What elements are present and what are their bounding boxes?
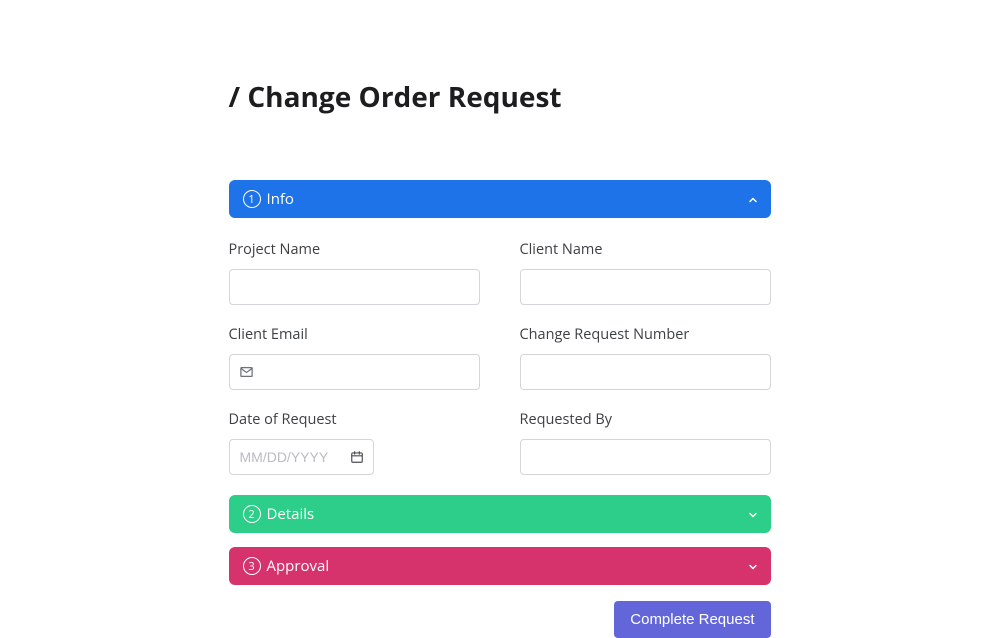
step-number-icon: 3 (243, 557, 261, 575)
requested-by-input[interactable] (520, 439, 771, 475)
change-request-number-label: Change Request Number (520, 325, 771, 344)
complete-request-button[interactable]: Complete Request (614, 601, 770, 638)
client-name-label: Client Name (520, 240, 771, 259)
client-name-input[interactable] (520, 269, 771, 305)
calendar-icon[interactable] (350, 450, 364, 464)
date-of-request-label: Date of Request (229, 410, 480, 429)
change-request-number-input[interactable] (520, 354, 771, 390)
page-title: / Change Order Request (229, 0, 771, 128)
chevron-up-icon (747, 194, 757, 204)
chevron-down-icon (747, 561, 757, 571)
step-number-icon: 2 (243, 505, 261, 523)
panel-header-approval[interactable]: 3 Approval (229, 547, 771, 585)
panel-label-info: Info (267, 189, 294, 209)
client-email-label: Client Email (229, 325, 480, 344)
client-email-input[interactable] (229, 354, 480, 390)
panel-label-approval: Approval (267, 556, 330, 576)
panel-header-info[interactable]: 1 Info (229, 180, 771, 218)
info-form-body: Project Name Client Name Client Email (229, 218, 771, 479)
chevron-down-icon (747, 509, 757, 519)
envelope-icon (239, 365, 254, 380)
project-name-input[interactable] (229, 269, 480, 305)
panel-header-details[interactable]: 2 Details (229, 495, 771, 533)
accordion: 1 Info Project Name Client Name Cl (229, 180, 771, 638)
requested-by-label: Requested By (520, 410, 771, 429)
project-name-label: Project Name (229, 240, 480, 259)
step-number-icon: 1 (243, 190, 261, 208)
panel-label-details: Details (267, 504, 315, 524)
